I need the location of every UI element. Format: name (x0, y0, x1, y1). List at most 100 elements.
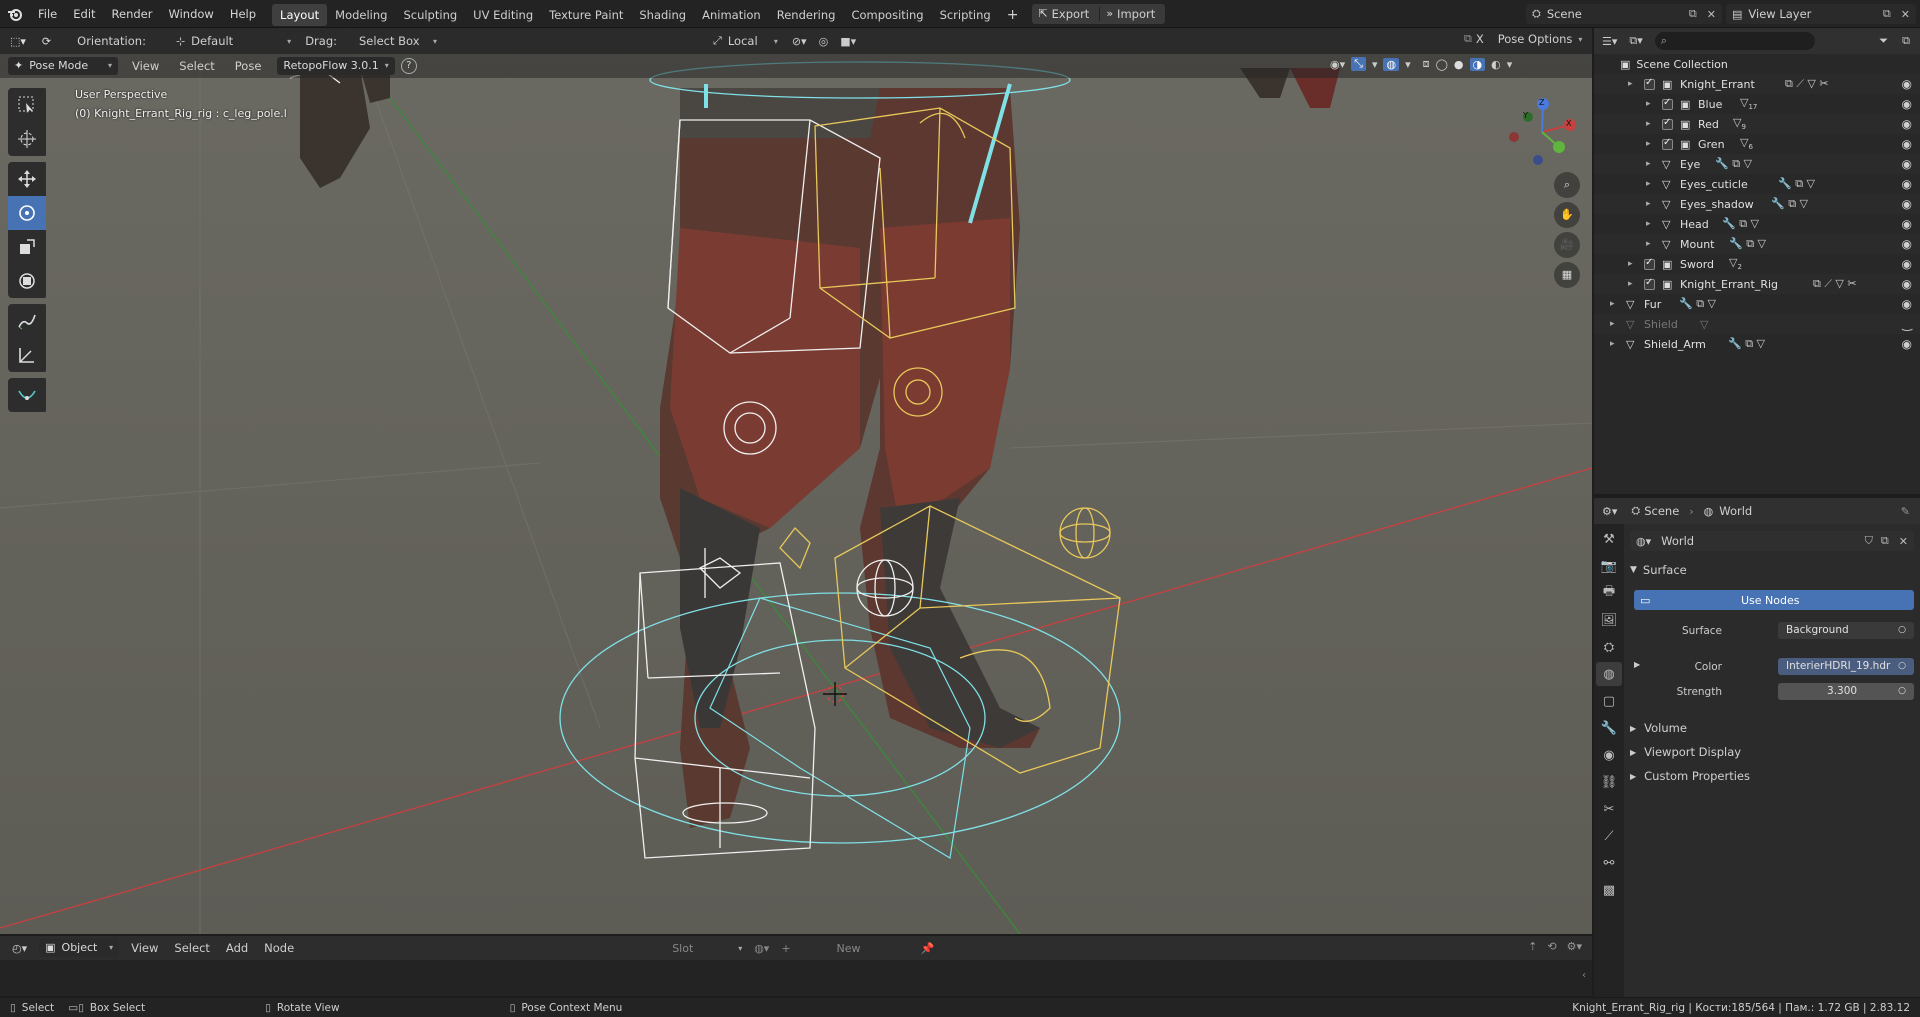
cursor-tool[interactable] (8, 122, 46, 156)
viewport-display-panel-header[interactable]: ▶ Viewport Display (1630, 740, 1914, 764)
gizmo-toggle-icon[interactable]: ⤡ (1351, 57, 1366, 71)
texture-tab-icon[interactable]: ▩ (1596, 878, 1622, 902)
properties-editor-icon[interactable]: ⚙▾ (1594, 505, 1625, 518)
menu-edit[interactable]: Edit (65, 0, 103, 28)
tab-shading[interactable]: Shading (631, 4, 694, 26)
outliner-root[interactable]: ▣ Scene Collection (1594, 54, 1920, 74)
editor-type-icon[interactable]: ⬚▾ (0, 35, 32, 48)
outliner-item[interactable]: ▸ ▣ Red ▽9 ◉ (1594, 114, 1920, 134)
disclosure-triangle-icon[interactable]: ▸ (1646, 119, 1651, 129)
overlays-toggle-icon[interactable]: ◍ (1383, 57, 1400, 71)
custom-properties-panel-header[interactable]: ▶ Custom Properties (1630, 764, 1914, 788)
tab-sculpting[interactable]: Sculpting (395, 4, 465, 26)
eye-icon[interactable]: ◉ (1902, 237, 1912, 251)
new-material-icon[interactable]: + (775, 942, 796, 955)
world-datablock[interactable]: ◍▾ World ⛉ ⧉ ✕ (1630, 531, 1914, 551)
object-tab-icon[interactable]: ▢ (1596, 689, 1622, 713)
volume-panel-header[interactable]: ▶ Volume (1630, 716, 1914, 740)
disclosure-triangle-icon[interactable]: ▸ (1646, 159, 1651, 169)
modifier-data-icons[interactable]: 🔧 ⧉ ▽ (1778, 177, 1815, 191)
disclosure-triangle-icon[interactable]: ▸ (1628, 259, 1633, 269)
zoom-icon[interactable]: ⌕ (1554, 172, 1580, 198)
outliner-item[interactable]: ▸ ▣ Sword ▽2 ◉ (1594, 254, 1920, 274)
disclosure-triangle-icon[interactable]: ▸ (1628, 79, 1633, 89)
scene-tab-icon[interactable]: ⛭ (1596, 635, 1622, 659)
proportional-edit-icon[interactable]: ◎ (813, 35, 835, 48)
shading-material-icon[interactable]: ◑ (1469, 57, 1486, 71)
sidebar-toggle-icon[interactable]: ‹ (1582, 970, 1586, 981)
outliner-item[interactable]: ▸ ▽ Eyes_cuticle 🔧 ⧉ ▽ ◉ (1594, 174, 1920, 194)
output-tab-icon[interactable]: 🖶 (1596, 581, 1622, 605)
pan-hand-icon[interactable]: ✋ (1554, 202, 1580, 228)
retopoflow-dropdown[interactable]: RetopoFlow 3.0.1 ▾ (277, 57, 395, 75)
tab-modeling[interactable]: Modeling (327, 4, 395, 26)
exclude-checkbox[interactable] (1644, 277, 1655, 290)
move-tool[interactable] (8, 162, 46, 196)
eye-icon[interactable]: ◉ (1902, 157, 1912, 171)
menu-node[interactable]: Node (256, 941, 302, 955)
new-scene-icon[interactable]: ⧉ (1685, 7, 1701, 21)
drag-dropdown[interactable]: Select Box (359, 34, 427, 48)
eye-icon[interactable]: ◉ (1902, 117, 1912, 131)
snap-icon[interactable]: ⊘▾ (778, 35, 813, 48)
ortho-toggle-icon[interactable]: ▦ (1554, 262, 1580, 288)
disclosure-triangle-icon[interactable]: ▸ (1646, 139, 1651, 149)
tab-layout[interactable]: Layout (272, 4, 328, 26)
menu-window[interactable]: Window (160, 0, 221, 28)
tab-animation[interactable]: Animation (694, 4, 769, 26)
eye-icon[interactable]: ◉ (1902, 97, 1912, 111)
menu-view[interactable]: View (119, 941, 166, 955)
measure-tool[interactable] (8, 338, 46, 372)
pose-options-dropdown[interactable]: Pose Options (1498, 32, 1573, 46)
tab-compositing[interactable]: Compositing (843, 4, 931, 26)
parent-tree-icon[interactable]: ⇡ (1528, 940, 1537, 953)
armature-data-icons[interactable]: ⧉ ⟋ ▽ ✂ (1785, 77, 1829, 91)
xray-icon[interactable]: ⧈ (1423, 57, 1430, 71)
pin-icon[interactable]: ✎ (1901, 505, 1910, 518)
shader-editor-icon[interactable]: ◴▾ (0, 942, 35, 955)
new-collection-icon[interactable]: ⧉ (1902, 34, 1910, 48)
tab-texture-paint[interactable]: Texture Paint (541, 4, 631, 26)
color-texture-field[interactable]: InterierHDRI_19.hdr ○ (1778, 658, 1914, 675)
annotate-tool[interactable] (8, 304, 46, 338)
disclosure-triangle-icon[interactable]: ▸ (1646, 239, 1651, 249)
delete-view-layer-icon[interactable]: ✕ (1895, 8, 1916, 21)
use-nodes-button[interactable]: ▭ Use Nodes (1634, 590, 1914, 610)
eye-icon[interactable]: ◉ (1902, 297, 1912, 311)
color-expand-icon[interactable]: ▶ (1634, 660, 1640, 669)
menu-help[interactable]: Help (222, 0, 264, 28)
outliner-item[interactable]: ▸ ▣ Blue ▽17 ◉ (1594, 94, 1920, 114)
visibility-icon[interactable]: ◉▾ (1330, 58, 1345, 71)
menu-add[interactable]: Add (218, 941, 256, 955)
outliner-item[interactable]: ▸ ▣ Knight_Errant_Rig ⧉ ⟋ ▽ ✂ ◉ (1594, 274, 1920, 294)
scale-tool[interactable] (8, 230, 46, 264)
mirror-icon[interactable]: ⧉ (1460, 32, 1476, 46)
disclosure-triangle-icon[interactable]: ▸ (1610, 339, 1615, 349)
view-layer-selector[interactable]: View Layer (1748, 7, 1879, 21)
fake-user-icon[interactable]: ⛉ (1861, 534, 1877, 548)
navigation-gizmo[interactable]: X Z Y (1500, 92, 1580, 172)
modifier-data-icons[interactable]: 🔧 ⧉ ▽ (1715, 157, 1752, 171)
overlay-settings-icon[interactable]: ⚙▾ (1567, 940, 1582, 953)
pin-icon[interactable]: 📌 (921, 942, 935, 955)
import-button[interactable]: Import (1117, 7, 1165, 21)
exclude-checkbox[interactable] (1662, 97, 1673, 110)
shading-solid-icon[interactable]: ● (1454, 58, 1464, 71)
eye-icon[interactable]: ◉ (1902, 217, 1912, 231)
tab-scripting[interactable]: Scripting (932, 4, 999, 26)
render-tab-icon[interactable]: 📷 (1596, 554, 1622, 578)
eye-icon[interactable]: ◉ (1902, 197, 1912, 211)
mesh-data-icon[interactable]: ▽ (1700, 318, 1708, 331)
menu-render[interactable]: Render (104, 0, 161, 28)
rotate-tool[interactable] (8, 196, 46, 230)
disclosure-triangle-icon[interactable]: ▸ (1610, 299, 1615, 309)
disclosure-triangle-icon[interactable]: ▸ (1646, 99, 1651, 109)
outliner-item[interactable]: ▸ ▽ Eye 🔧 ⧉ ▽ ◉ (1594, 154, 1920, 174)
breadcrumb-world[interactable]: World (1719, 504, 1752, 518)
camera-view-icon[interactable]: 🎥 (1554, 232, 1580, 258)
outliner-item[interactable]: ▸ ▣ Knight_Errant ⧉ ⟋ ▽ ✂ ◉ (1594, 74, 1920, 94)
exclude-checkbox[interactable] (1662, 117, 1673, 130)
breadcrumb-scene[interactable]: Scene (1644, 504, 1679, 518)
mesh-data-icon[interactable]: ▽17 (1740, 96, 1757, 111)
slot-dropdown[interactable]: Slot (672, 942, 732, 955)
